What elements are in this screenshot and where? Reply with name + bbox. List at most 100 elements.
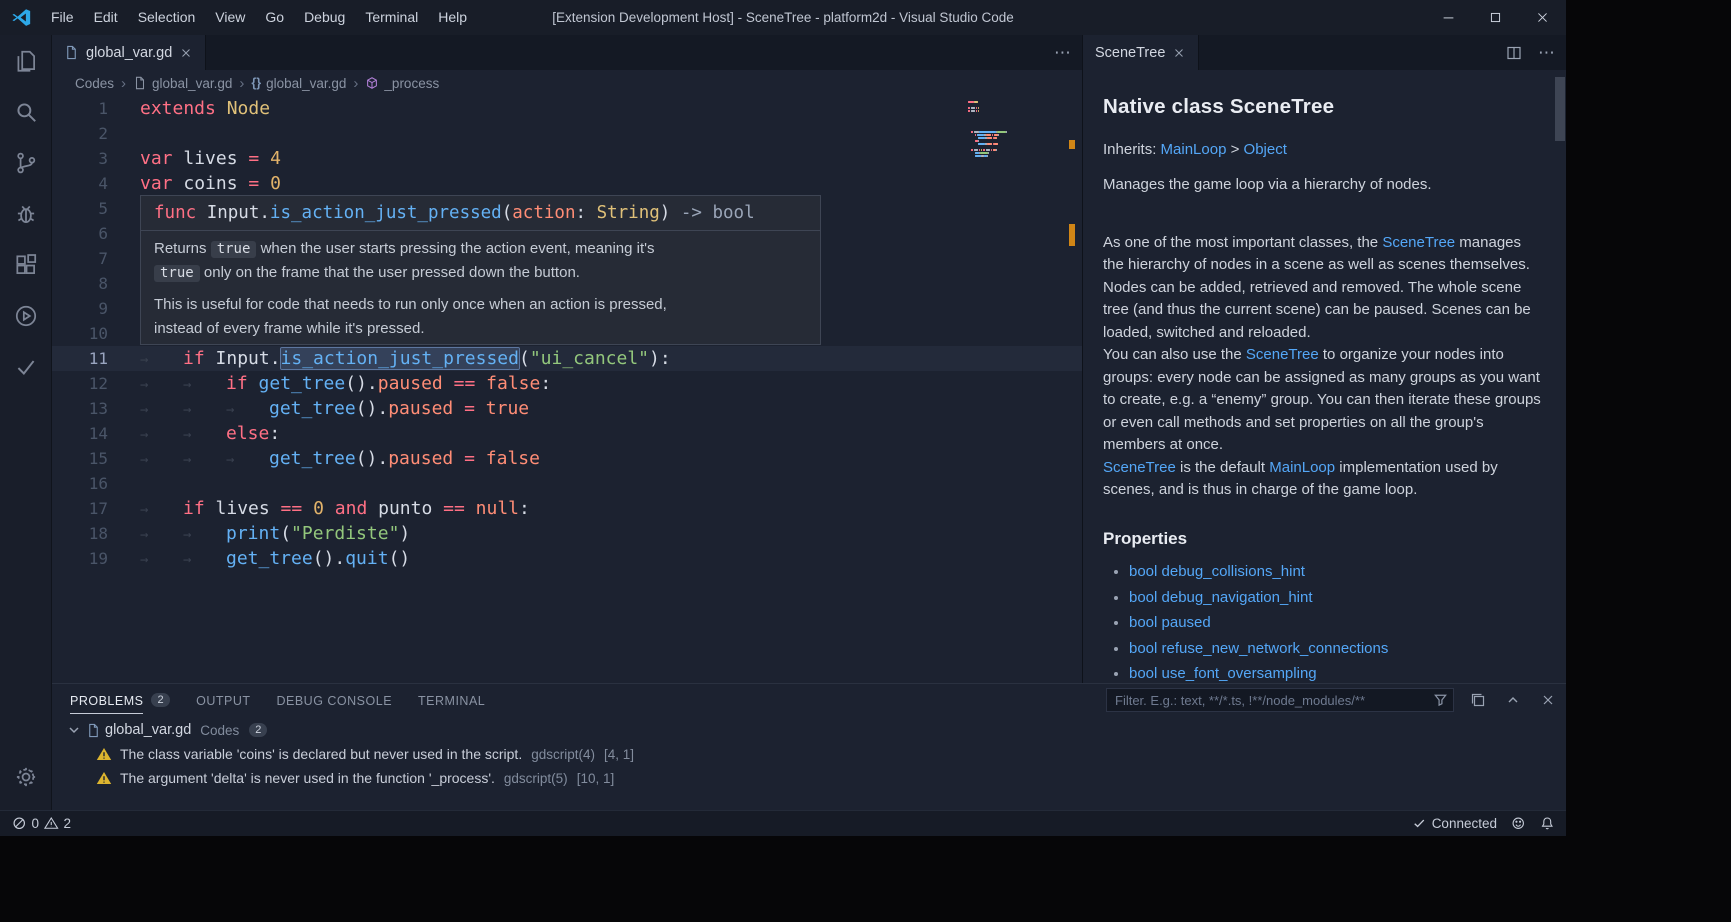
tab-close-icon[interactable] [1172, 46, 1186, 60]
doc-link[interactable]: Object [1244, 141, 1287, 158]
code-line-13[interactable]: 13→→→get_tree().paused = true [52, 396, 1082, 421]
docs-scrollbar[interactable] [1555, 71, 1565, 683]
notifications-button[interactable] [1540, 816, 1555, 831]
line-number: 16 [52, 474, 108, 493]
view-mode-icon[interactable] [1470, 692, 1486, 708]
line-number: 10 [52, 324, 108, 343]
vscode-logo-icon [11, 7, 32, 28]
activity-testing[interactable] [0, 341, 52, 392]
breadcrumb-item[interactable]: global_var.gd [133, 76, 232, 91]
tab-scenetree[interactable]: SceneTree [1083, 35, 1199, 70]
menu-file[interactable]: File [41, 0, 84, 35]
problem-row[interactable]: The class variable 'coins' is declared b… [52, 742, 1566, 766]
tab-global-var-gd[interactable]: global_var.gd [52, 35, 206, 70]
maximize-button[interactable] [1472, 0, 1519, 35]
code-line-14[interactable]: 14→→else: [52, 421, 1082, 446]
activity-source-control[interactable] [0, 137, 52, 188]
property-name-link[interactable]: debug_collisions_hint [1162, 563, 1305, 580]
status-bar: 0 2 Connected [0, 810, 1566, 836]
code-line-19[interactable]: 19→→get_tree().quit() [52, 546, 1082, 571]
activity-godot-run[interactable] [0, 290, 52, 341]
tooltip-signature: func Input.is_action_just_pressed(action… [154, 200, 807, 226]
editor-tabbar: global_var.gd ⋯ [52, 35, 1082, 70]
property-item: bool refuse_new_network_connections [1129, 639, 1542, 659]
problems-group-row[interactable]: global_var.gdCodes2 [52, 718, 1566, 742]
property-type-link[interactable]: bool [1129, 589, 1157, 606]
scrollbar-thumb[interactable] [1555, 77, 1565, 141]
menu-help[interactable]: Help [428, 0, 477, 35]
godot-connection-status[interactable]: Connected [1412, 816, 1497, 831]
problems-filter-input[interactable] [1106, 688, 1454, 712]
panel-tab-output[interactable]: OUTPUT [196, 684, 250, 716]
files-icon [13, 48, 39, 74]
code-line-11[interactable]: 11→if Input.is_action_just_pressed("ui_c… [52, 346, 1082, 371]
panel-tab-terminal[interactable]: TERMINAL [418, 684, 485, 716]
code-line-15[interactable]: 15→→→get_tree().paused = false [52, 446, 1082, 471]
code-editor[interactable]: 1extends Node23var lives = 44var coins =… [52, 96, 1082, 683]
doc-link[interactable]: SceneTree [1103, 459, 1176, 476]
problems-status[interactable]: 0 2 [12, 816, 71, 831]
panel-actions [1470, 684, 1556, 716]
code-line-12[interactable]: 12→→if get_tree().paused == false: [52, 371, 1082, 396]
code-line-4[interactable]: 4var coins = 0 [52, 171, 1082, 196]
chevron-down-icon [66, 722, 82, 738]
group-count-badge: 2 [249, 723, 267, 737]
menu-go[interactable]: Go [255, 0, 294, 35]
breadcrumb-item[interactable]: Codes [75, 76, 114, 91]
code-line-2[interactable]: 2 [52, 121, 1082, 146]
activity-search[interactable] [0, 86, 52, 137]
property-name-link[interactable]: debug_navigation_hint [1162, 589, 1313, 606]
menu-edit[interactable]: Edit [84, 0, 128, 35]
close-window-button[interactable] [1519, 0, 1566, 35]
line-number: 7 [52, 249, 108, 268]
code-line-17[interactable]: 17→if lives == 0 and punto == null: [52, 496, 1082, 521]
breadcrumb-item[interactable]: _process [365, 76, 439, 91]
code-line-3[interactable]: 3var lives = 4 [52, 146, 1082, 171]
connection-label: Connected [1432, 816, 1497, 831]
property-name-link[interactable]: use_font_oversampling [1162, 665, 1317, 682]
tooltip-divider [141, 230, 820, 231]
more-actions-icon[interactable]: ⋯ [1538, 43, 1556, 63]
doc-link[interactable]: SceneTree [1382, 234, 1455, 251]
panel-tab-problems[interactable]: PROBLEMS2 [70, 684, 170, 716]
maximize-panel-icon[interactable] [1505, 692, 1521, 708]
overview-warning-mark [1069, 224, 1075, 246]
activity-extensions[interactable] [0, 239, 52, 290]
breadcrumb-item[interactable]: {}global_var.gd [251, 76, 346, 91]
tab-close-icon[interactable] [179, 46, 193, 60]
activity-explorer[interactable] [0, 35, 52, 86]
property-name-link[interactable]: paused [1162, 614, 1211, 631]
docs-title: Native class SceneTree [1103, 96, 1542, 119]
problem-row[interactable]: The argument 'delta' is never used in th… [52, 766, 1566, 790]
property-type-link[interactable]: bool [1129, 640, 1157, 657]
code-line-18[interactable]: 18→→print("Perdiste") [52, 521, 1082, 546]
code-line-16[interactable]: 16 [52, 471, 1082, 496]
property-type-link[interactable]: bool [1129, 665, 1157, 682]
method-icon [365, 76, 379, 90]
minimize-button[interactable] [1425, 0, 1472, 35]
menu-view[interactable]: View [205, 0, 255, 35]
property-type-link[interactable]: bool [1129, 614, 1157, 631]
menu-selection[interactable]: Selection [128, 0, 206, 35]
error-count: 0 [32, 816, 40, 831]
close-panel-icon[interactable] [1540, 692, 1556, 708]
line-number: 11 [52, 349, 108, 368]
panel-tab-debug-console[interactable]: DEBUG CONSOLE [276, 684, 392, 716]
activity-run-debug[interactable] [0, 188, 52, 239]
property-name-link[interactable]: refuse_new_network_connections [1162, 640, 1389, 657]
menu-debug[interactable]: Debug [294, 0, 355, 35]
filter-icon[interactable] [1433, 692, 1448, 707]
titlebar: FileEditSelectionViewGoDebugTerminalHelp… [0, 0, 1566, 35]
split-editor-icon[interactable] [1506, 45, 1522, 61]
menu-terminal[interactable]: Terminal [355, 0, 428, 35]
doc-link[interactable]: MainLoop [1269, 459, 1335, 476]
doc-link[interactable]: SceneTree [1246, 346, 1319, 363]
code-line-1[interactable]: 1extends Node [52, 96, 1082, 121]
doc-link[interactable]: MainLoop [1161, 141, 1227, 158]
property-type-link[interactable]: bool [1129, 563, 1157, 580]
docs-brief: Manages the game loop via a hierarchy of… [1103, 174, 1542, 197]
activity-settings[interactable] [0, 751, 52, 802]
minimap[interactable] [968, 100, 1040, 157]
more-actions-icon[interactable]: ⋯ [1054, 43, 1072, 63]
feedback-button[interactable] [1511, 816, 1526, 831]
